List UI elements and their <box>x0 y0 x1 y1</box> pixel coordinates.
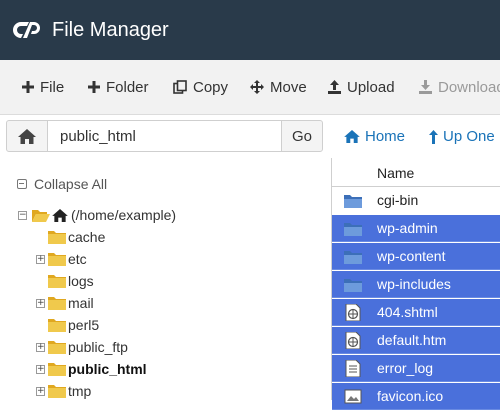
collapse-icon <box>17 179 27 189</box>
new-file-label: File <box>40 78 65 96</box>
file-name: 404.shtml <box>377 304 438 320</box>
file-name: error_log <box>377 360 434 376</box>
app-title: File Manager <box>52 19 169 41</box>
plus-icon <box>88 81 100 93</box>
file-row-cgi-bin[interactable]: cgi-bin <box>332 187 500 214</box>
file-list-header: Name <box>332 158 500 187</box>
web-file-icon <box>345 332 361 349</box>
web-file-icon <box>345 304 361 321</box>
file-list: Name cgi-bin wp-admin wp-content wp-incl… <box>331 158 500 410</box>
folder-icon <box>344 223 362 236</box>
tree-item-label: mail <box>68 295 94 311</box>
cpanel-logo-icon <box>13 22 40 38</box>
name-column-header[interactable]: Name <box>377 165 414 181</box>
file-name: default.htm <box>377 332 447 348</box>
up-one-level-label: Up One L <box>443 128 500 145</box>
file-row-error-log[interactable]: error_log <box>332 355 500 382</box>
file-row-default-htm[interactable]: default.htm <box>332 327 500 354</box>
file-row-wp-content[interactable]: wp-content <box>332 243 500 270</box>
new-folder-label: Folder <box>106 78 149 96</box>
copy-button[interactable]: Copy <box>173 60 228 114</box>
tree-item-logs[interactable]: logs <box>36 271 94 291</box>
expand-toggle-icon[interactable]: + <box>36 364 45 374</box>
file-row-wp-includes[interactable]: wp-includes <box>332 271 500 298</box>
move-button[interactable]: Move <box>250 60 307 114</box>
collapse-all-button[interactable]: Collapse All <box>17 176 107 192</box>
image-file-icon <box>344 389 362 404</box>
expand-toggle-icon[interactable]: + <box>36 386 45 396</box>
upload-label: Upload <box>347 78 395 96</box>
home-icon <box>18 128 36 144</box>
tree-item-tmp[interactable]: + tmp <box>36 381 91 401</box>
move-label: Move <box>270 78 307 96</box>
collapse-toggle-icon[interactable]: − <box>18 210 27 220</box>
text-file-icon <box>345 360 361 377</box>
expand-toggle-icon[interactable]: + <box>36 254 45 264</box>
home-icon <box>52 208 68 222</box>
download-icon <box>419 80 432 94</box>
file-name: wp-admin <box>377 220 438 236</box>
folder-icon <box>48 231 66 244</box>
expand-toggle-icon[interactable]: + <box>36 298 45 308</box>
tree-item-label: public_ftp <box>68 339 128 355</box>
folder-icon <box>48 385 66 398</box>
home-link[interactable]: Home <box>344 128 405 145</box>
folder-icon <box>344 195 362 208</box>
plus-icon <box>22 81 34 93</box>
folder-icon <box>48 319 66 332</box>
folder-icon <box>344 251 362 264</box>
folder-icon <box>48 275 66 288</box>
upload-button[interactable]: Upload <box>328 60 395 114</box>
file-row-404-shtml[interactable]: 404.shtml <box>332 299 500 326</box>
file-name: wp-content <box>377 248 446 264</box>
tree-root[interactable]: − (/home/example) <box>18 205 176 225</box>
tree-item-label: etc <box>68 251 87 267</box>
copy-icon <box>173 80 187 94</box>
download-label: Download <box>438 78 500 96</box>
app-header: File Manager <box>0 0 500 60</box>
go-button[interactable]: Go <box>281 120 323 152</box>
file-row-favicon-ico[interactable]: favicon.ico <box>332 383 500 410</box>
tree-item-public-html[interactable]: + public_html <box>36 359 147 379</box>
folder-icon <box>48 363 66 376</box>
download-button[interactable]: Download <box>419 60 500 114</box>
folder-icon <box>344 279 362 292</box>
tree-item-public-ftp[interactable]: + public_ftp <box>36 337 128 357</box>
upload-icon <box>328 80 341 94</box>
tree-item-label: tmp <box>68 383 92 399</box>
up-one-level-link[interactable]: Up One L <box>429 128 500 145</box>
file-name: wp-includes <box>377 276 451 292</box>
folder-icon <box>48 253 66 266</box>
home-link-label: Home <box>365 128 406 145</box>
home-directory-button[interactable] <box>6 120 48 152</box>
new-folder-button[interactable]: Folder <box>88 60 149 114</box>
tree-item-etc[interactable]: + etc <box>36 249 87 269</box>
home-icon <box>344 130 360 143</box>
path-input[interactable] <box>48 120 281 152</box>
expand-toggle-icon[interactable]: + <box>36 342 45 352</box>
copy-label: Copy <box>193 78 229 96</box>
tree-item-label: cache <box>68 229 106 245</box>
tree-root-label: (/home/example) <box>71 207 177 223</box>
file-row-wp-admin[interactable]: wp-admin <box>332 215 500 242</box>
tree-item-label: perl5 <box>68 317 100 333</box>
tree-item-mail[interactable]: + mail <box>36 293 94 313</box>
tree-item-perl5[interactable]: perl5 <box>36 315 99 335</box>
level-up-icon <box>429 129 438 144</box>
file-name: favicon.ico <box>377 388 444 404</box>
toolbar: File Folder Copy Move Upload Download <box>0 60 500 115</box>
file-name: cgi-bin <box>377 192 419 208</box>
folder-icon <box>48 341 66 354</box>
tree-item-label: logs <box>68 273 94 289</box>
tree-item-cache[interactable]: cache <box>36 227 105 247</box>
new-file-button[interactable]: File <box>22 60 64 114</box>
open-folder-icon <box>32 210 50 222</box>
move-icon <box>250 80 264 94</box>
folder-icon <box>48 297 66 310</box>
tree-item-label: public_html <box>68 361 147 377</box>
collapse-all-label: Collapse All <box>34 176 108 192</box>
